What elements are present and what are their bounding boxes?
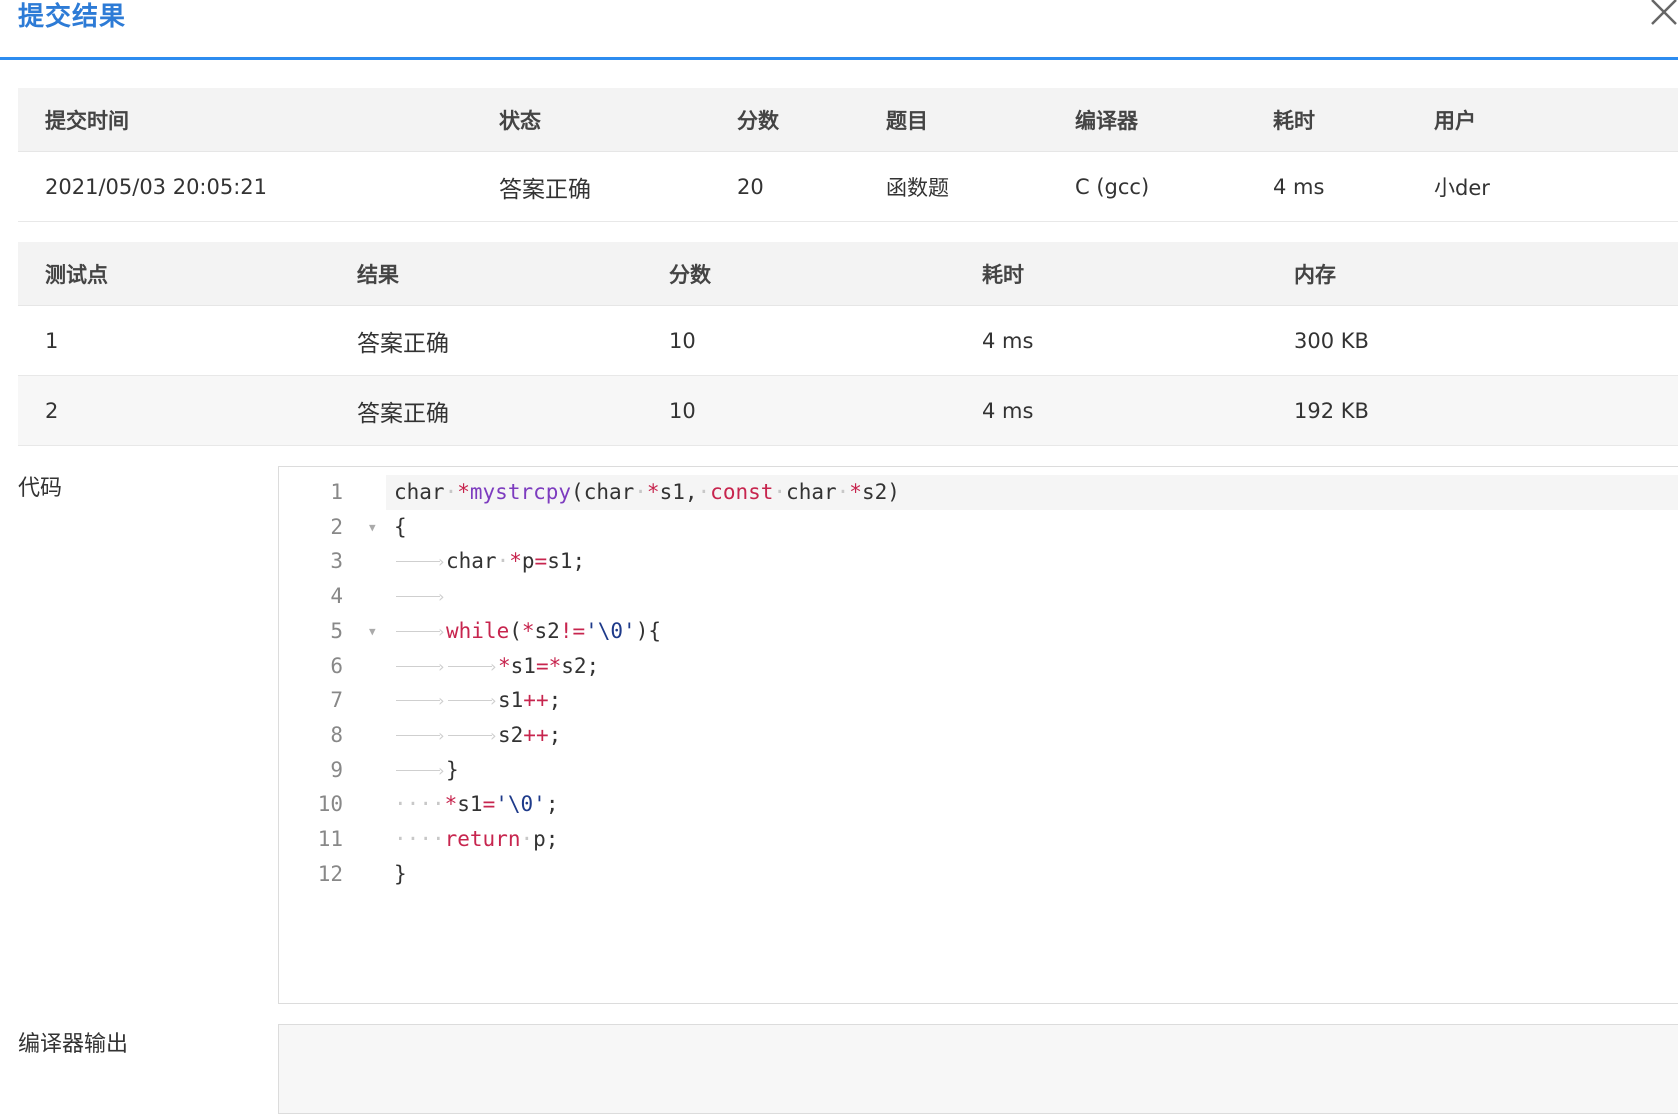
close-icon[interactable] <box>1650 0 1678 34</box>
header-score: 分数 <box>710 88 859 152</box>
header-problem: 题目 <box>859 88 1048 152</box>
submission-summary-table: 提交时间 状态 分数 题目 编译器 耗时 用户 2021/05/03 20:05… <box>18 88 1678 222</box>
code-text: char·*mystrcpy(char·*s1,·const·char·*s2) <box>386 475 1678 510</box>
compiler-output-label: 编译器输出 <box>18 1032 129 1057</box>
code-text <box>386 579 1678 614</box>
submit-time: 2021/05/03 20:05:21 <box>18 151 472 222</box>
line-number: 3 <box>330 549 343 574</box>
case-id: 1 <box>18 305 330 376</box>
code-text: ····return·p; <box>394 827 559 851</box>
line-number: 7 <box>330 688 343 713</box>
case-elapsed: 4 ms <box>955 375 1267 446</box>
code-editor[interactable]: 1 char·*mystrcpy(char·*s1,·const·char·*s2… <box>278 466 1678 1004</box>
code-line[interactable]: 2 ▼ { <box>279 510 1678 545</box>
header-status: 状态 <box>472 88 710 152</box>
line-number: 12 <box>317 861 343 886</box>
fold-arrow-icon[interactable]: ▼ <box>369 510 376 545</box>
case-id: 2 <box>18 375 330 446</box>
line-number: 2 <box>330 514 343 539</box>
code-line[interactable]: 5 ▼ while(*s2!='\0'){ <box>279 614 1678 649</box>
code-line[interactable]: 3 char·*p=s1; <box>279 544 1678 579</box>
status-text: 答案正确 <box>472 151 710 222</box>
code-line[interactable]: 8 s2++; <box>279 718 1678 753</box>
code-text: } <box>394 861 407 886</box>
code-text: char·*p=s1; <box>386 544 1678 579</box>
code-line[interactable]: 11 ····return·p; <box>279 822 1678 857</box>
header-score: 分数 <box>642 242 955 306</box>
elapsed-time: 4 ms <box>1246 151 1407 222</box>
code-line[interactable]: 10 ····*s1='\0'; <box>279 787 1678 822</box>
compiler: C (gcc) <box>1048 151 1246 222</box>
table-row: 2 答案正确 10 4 ms 192 KB <box>18 375 1678 446</box>
code-line[interactable]: 1 char·*mystrcpy(char·*s1,·const·char·*s2… <box>279 475 1678 510</box>
case-score: 10 <box>642 305 955 376</box>
code-line[interactable]: 9} <box>279 753 1678 788</box>
header-compiler: 编译器 <box>1048 88 1246 152</box>
code-text: { <box>394 514 407 539</box>
score: 20 <box>710 151 859 222</box>
case-memory: 192 KB <box>1267 375 1678 446</box>
table-header-row: 测试点 结果 分数 耗时 内存 <box>18 242 1678 306</box>
case-result: 答案正确 <box>330 375 642 446</box>
header-memory: 内存 <box>1267 242 1678 306</box>
fold-arrow-icon[interactable]: ▼ <box>369 614 376 649</box>
code-text: *s1=*s2; <box>386 649 1678 684</box>
user-link[interactable]: 小der <box>1407 151 1678 222</box>
test-case-table: 测试点 结果 分数 耗时 内存 1 答案正确 10 4 ms 300 KB 2 … <box>18 242 1678 446</box>
header-elapsed: 耗时 <box>955 242 1267 306</box>
case-result: 答案正确 <box>330 305 642 376</box>
line-number: 6 <box>330 653 343 678</box>
table-header-row: 提交时间 状态 分数 题目 编译器 耗时 用户 <box>18 88 1678 152</box>
code-text: } <box>386 753 1678 788</box>
header-elapsed: 耗时 <box>1246 88 1407 152</box>
header-result: 结果 <box>330 242 642 306</box>
problem-link[interactable]: 函数题 <box>859 151 1048 222</box>
header-test-point: 测试点 <box>18 242 330 306</box>
compiler-output-box[interactable] <box>278 1024 1678 1114</box>
table-row: 2021/05/03 20:05:21 答案正确 20 函数题 C (gcc) … <box>18 151 1678 222</box>
line-number: 11 <box>317 827 343 851</box>
code-line[interactable]: 4 <box>279 579 1678 614</box>
code-line[interactable]: 7 s1++; <box>279 683 1678 718</box>
code-label: 代码 <box>18 476 63 501</box>
dialog-title: 提交结果 <box>18 2 127 32</box>
dialog-header: 提交结果 <box>0 0 1678 60</box>
case-elapsed: 4 ms <box>955 305 1267 376</box>
case-score: 10 <box>642 375 955 446</box>
line-number: 9 <box>330 757 343 782</box>
code-text: while(*s2!='\0'){ <box>386 614 1678 649</box>
line-number: 4 <box>330 584 343 609</box>
line-number: 10 <box>317 792 343 817</box>
line-number: 1 <box>330 480 343 504</box>
code-line[interactable]: 12} <box>279 857 1678 892</box>
case-memory: 300 KB <box>1267 305 1678 376</box>
code-line[interactable]: 6 *s1=*s2; <box>279 649 1678 684</box>
header-submit-time: 提交时间 <box>18 88 472 152</box>
table-row: 1 答案正确 10 4 ms 300 KB <box>18 305 1678 376</box>
header-user: 用户 <box>1407 88 1678 152</box>
code-text: s1++; <box>386 683 1678 718</box>
code-text: ····*s1='\0'; <box>394 792 559 817</box>
line-number: 8 <box>330 722 343 747</box>
code-text: s2++; <box>386 718 1678 753</box>
line-number: 5 <box>330 618 343 643</box>
